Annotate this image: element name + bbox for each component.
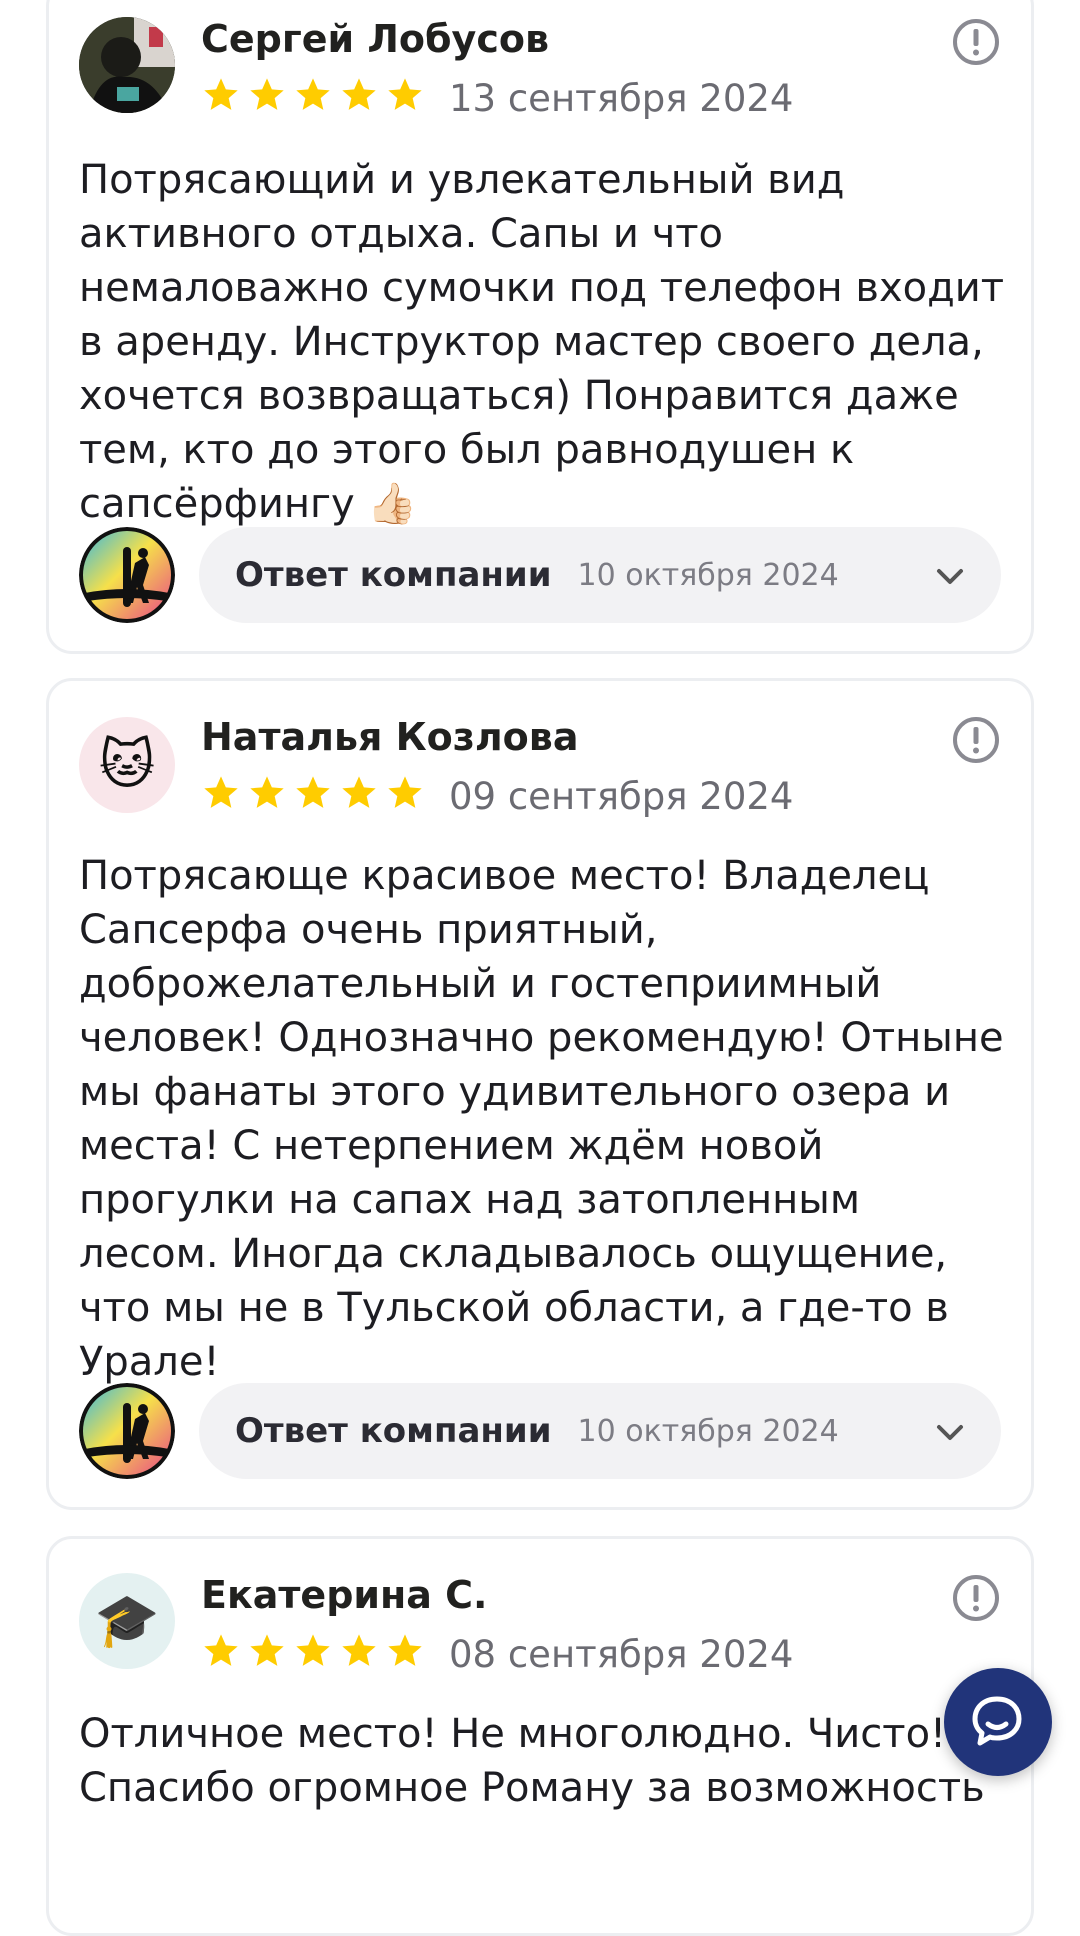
exclamation-circle-icon[interactable] <box>951 17 1001 67</box>
avatar[interactable]: 🐱 <box>79 717 175 813</box>
author-name[interactable]: Сергей Лобусов <box>201 17 549 61</box>
review-text: Потрясающий и увлекательный вид активног… <box>79 157 1005 527</box>
star-icon <box>296 776 330 808</box>
star-icon <box>204 1634 238 1666</box>
reply-date: 10 октября 2024 <box>577 1413 839 1449</box>
star-icon <box>204 776 238 808</box>
rating-stars <box>201 75 425 115</box>
chat-bubbles-icon <box>972 1696 1022 1746</box>
review-text: Отличное место! Не многолюдно. Чисто! Сп… <box>79 1711 985 1811</box>
star-icon <box>296 78 330 110</box>
star-icon <box>388 78 422 110</box>
chevron-down-icon <box>937 1425 963 1440</box>
exclamation-circle-icon[interactable] <box>951 715 1001 765</box>
star-icon <box>250 78 284 110</box>
cat-emoji: 🐱 <box>98 733 156 796</box>
reply-label: Ответ компании <box>235 555 552 595</box>
star-icon <box>250 776 284 808</box>
company-avatar <box>79 527 175 623</box>
company-avatar <box>79 1383 175 1479</box>
star-icon <box>250 1634 284 1666</box>
star-icon <box>388 1634 422 1666</box>
star-icon <box>204 78 238 110</box>
avatar[interactable]: 🎓 <box>79 1573 175 1669</box>
graduation-cap-emoji: 🎓 <box>94 1591 160 1651</box>
reply-date: 10 октября 2024 <box>577 557 839 593</box>
star-icon <box>388 776 422 808</box>
review-text: Потрясающе красивое место! Владелец Сапс… <box>79 853 1004 1385</box>
review-date: 13 сентября 2024 <box>449 77 794 120</box>
chevron-down-icon <box>937 569 963 584</box>
review-card: 🐱 Наталья Козлова 09 сентября 2024 Потря… <box>46 678 1034 1510</box>
review-date: 08 сентября 2024 <box>449 1633 794 1676</box>
star-icon <box>342 1634 376 1666</box>
reply-label: Ответ компании <box>235 1411 552 1451</box>
rating-stars <box>201 773 425 813</box>
star-icon <box>296 1634 330 1666</box>
chat-button[interactable] <box>944 1668 1052 1776</box>
author-name[interactable]: Наталья Козлова <box>201 715 578 759</box>
exclamation-circle-icon[interactable] <box>951 1573 1001 1623</box>
review-card: Сергей Лобусов 13 сентября 2024 Потрясаю… <box>46 0 1034 654</box>
avatar[interactable] <box>79 17 175 113</box>
review-date: 09 сентября 2024 <box>449 775 794 818</box>
company-reply-toggle[interactable]: Ответ компании 10 октября 2024 <box>199 527 1001 623</box>
rating-stars <box>201 1631 425 1671</box>
company-reply-toggle[interactable]: Ответ компании 10 октября 2024 <box>199 1383 1001 1479</box>
star-icon <box>342 78 376 110</box>
review-card: 🎓 Екатерина С. 08 сентября 2024 Отличное… <box>46 1536 1034 1936</box>
author-name[interactable]: Екатерина С. <box>201 1573 487 1617</box>
star-icon <box>342 776 376 808</box>
